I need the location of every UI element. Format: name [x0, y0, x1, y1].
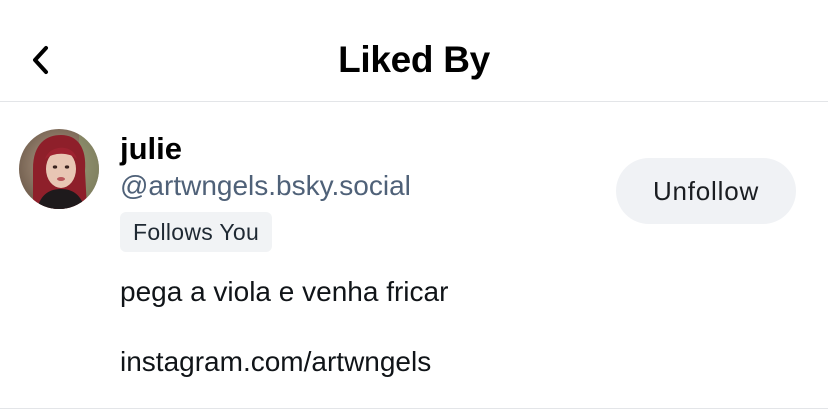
user-bio: pega a viola e venha fricar instagram.co…	[120, 274, 448, 379]
user-list-item[interactable]: julie @artwngels.bsky.social Follows You…	[0, 102, 828, 409]
bio-blank-line	[120, 309, 448, 344]
avatar[interactable]	[19, 129, 99, 209]
follows-you-badge: Follows You	[120, 212, 273, 252]
page-title: Liked By	[338, 39, 490, 80]
bio-link[interactable]: instagram.com/artwngels	[120, 344, 448, 379]
display-name[interactable]: julie	[120, 130, 182, 168]
header-bar: Liked By	[0, 0, 828, 102]
user-handle: @artwngels.bsky.social	[120, 170, 411, 201]
liked-by-screen: Liked By julie @artwngels.bsky.social Fo…	[0, 0, 828, 418]
unfollow-button[interactable]: Unfollow	[616, 158, 796, 224]
bio-line: pega a viola e venha fricar	[120, 276, 449, 307]
